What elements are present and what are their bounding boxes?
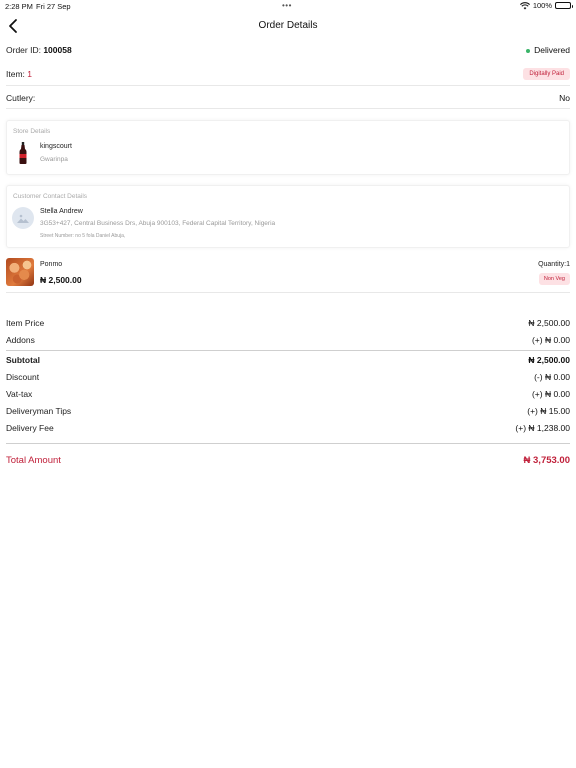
- summary-value: (+) ₦ 1,238.00: [515, 423, 570, 433]
- summary-row-addons: Addons (+) ₦ 0.00: [6, 335, 570, 345]
- non-veg-badge: Non Veg: [538, 273, 570, 285]
- wifi-icon: [519, 1, 530, 9]
- customer-name: Stella Andrew: [40, 208, 83, 215]
- summary-label: Item Price: [6, 318, 45, 328]
- order-id-label: Order ID:: [6, 45, 41, 55]
- cutlery-row: Cutlery: No: [6, 93, 570, 103]
- nav-header: Order Details: [0, 14, 576, 38]
- food-image: [6, 258, 34, 286]
- summary-label: Vat-tax: [6, 389, 33, 399]
- item-quantity: Quantity:1: [538, 261, 570, 268]
- item-count: Item: 1: [6, 69, 32, 79]
- summary-label: Deliveryman Tips: [6, 406, 72, 416]
- store-logo-bottle-icon: [19, 142, 27, 164]
- summary-label: Discount: [6, 372, 40, 382]
- summary-row-delivery-fee: Delivery Fee (+) ₦ 1,238.00: [6, 423, 570, 433]
- subtotal-label: Subtotal: [6, 355, 40, 365]
- status-right: 100%: [519, 1, 573, 10]
- summary-value: (+) ₦ 15.00: [527, 406, 570, 416]
- status-bar: 2:28 PM Fri 27 Sep ••• 100%: [0, 0, 576, 13]
- order-status-text: Delivered: [534, 45, 570, 55]
- summary-value: (+) ₦ 0.00: [531, 389, 570, 399]
- multitask-dots[interactable]: •••: [282, 1, 292, 10]
- summary-label: Addons: [6, 335, 35, 345]
- customer-street: Street Number: no 5 fola Daniel Abuja,: [40, 233, 126, 239]
- divider: [6, 350, 570, 351]
- store-details-card: Store Details kingscourt Gwarinpa: [6, 120, 570, 175]
- store-name: kingscourt: [40, 143, 72, 150]
- summary-value: (-) ₦ 0.00: [534, 372, 570, 382]
- summary-row-item-price: Item Price ₦ 2,500.00: [6, 318, 570, 328]
- summary-row-total: Total Amount ₦ 3,753.00: [6, 455, 570, 466]
- image-placeholder-icon: [17, 214, 29, 223]
- customer-address: 3G53+427, Central Business Drs, Abuja 90…: [40, 220, 276, 227]
- divider: [6, 443, 570, 444]
- store-location: Gwarinpa: [40, 156, 68, 163]
- cutlery-value: No: [559, 93, 570, 103]
- store-section-title: Store Details: [13, 128, 51, 135]
- item-price: ₦ 2,500.00: [40, 275, 82, 285]
- total-value: ₦ 3,753.00: [523, 455, 570, 466]
- order-id-row: Order ID: 100058 Delivered: [6, 45, 570, 55]
- status-date: Fri 27 Sep: [36, 2, 71, 11]
- order-id-value: 100058: [43, 45, 72, 55]
- summary-value: ₦ 2,500.00: [528, 318, 570, 328]
- payment-badge: Digitally Paid: [523, 68, 570, 80]
- item-name: Ponmo: [40, 261, 63, 268]
- order-item[interactable]: Ponmo ₦ 2,500.00 Quantity:1 Non Veg: [6, 258, 570, 288]
- subtotal-value: ₦ 2,500.00: [528, 355, 570, 365]
- summary-row-discount: Discount (-) ₦ 0.00: [6, 372, 570, 382]
- cutlery-label: Cutlery:: [6, 93, 36, 103]
- summary-row-vat: Vat-tax (+) ₦ 0.00: [6, 389, 570, 399]
- page-title: Order Details: [258, 20, 318, 31]
- summary-label: Delivery Fee: [6, 423, 54, 433]
- status-time: 2:28 PM: [5, 2, 33, 11]
- summary-row-subtotal: Subtotal ₦ 2,500.00: [6, 355, 570, 365]
- battery-icon: [555, 2, 573, 9]
- order-status: Delivered: [526, 45, 570, 55]
- battery-percent: 100%: [532, 1, 552, 10]
- summary-value: (+) ₦ 0.00: [531, 335, 570, 345]
- total-label: Total Amount: [6, 455, 61, 466]
- item-count-row: Item: 1 Digitally Paid: [6, 68, 570, 80]
- status-dot-icon: [526, 48, 531, 53]
- order-id: Order ID: 100058: [6, 45, 72, 55]
- customer-section-title: Customer Contact Details: [13, 193, 88, 200]
- divider: [6, 85, 570, 86]
- item-label: Item:: [6, 69, 25, 79]
- divider: [6, 292, 570, 293]
- customer-avatar-icon: [12, 207, 34, 229]
- divider: [6, 108, 570, 109]
- summary-row-tips: Deliveryman Tips (+) ₦ 15.00: [6, 406, 570, 416]
- customer-details-card: Customer Contact Details Stella Andrew 3…: [6, 185, 570, 248]
- item-count-value: 1: [27, 69, 33, 79]
